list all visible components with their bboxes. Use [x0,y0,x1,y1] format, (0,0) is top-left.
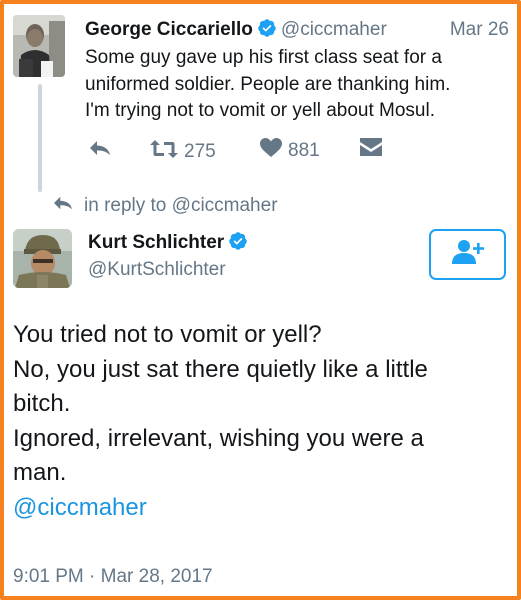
main-text-line: Ignored, irrelevant, wishing you were a [13,424,424,452]
verified-badge-icon [228,231,248,257]
parent-tweet-date[interactable]: Mar 26 [450,18,509,42]
verified-badge-icon [257,18,277,45]
retweet-button[interactable]: 275 [150,138,216,166]
parent-text-line: uniformed soldier. People are thanking h… [85,73,451,95]
main-tweet-text: You tried not to vomit or yell? No, you … [13,318,503,525]
main-text-line: No, you just sat there quietly like a li… [13,355,428,383]
main-author-line: Kurt Schlichter [88,231,248,257]
direct-message-button[interactable] [360,138,382,162]
avatar-kurt[interactable] [13,229,72,288]
reply-context-text: in reply to @ciccmaher [84,195,278,216]
follow-button[interactable] [429,229,506,280]
direct-message-icon [360,138,382,162]
main-text-line: You tried not to vomit or yell? [13,321,322,348]
main-author-name[interactable]: Kurt Schlichter [88,232,224,253]
avatar-george[interactable] [13,15,65,77]
reply-context[interactable]: in reply to @ciccmaher [52,194,278,218]
reply-icon [88,138,112,164]
parent-author-name[interactable]: George Ciccariello [85,19,253,40]
parent-text-line: Some guy gave up his first class seat fo… [85,47,442,68]
parent-tweet-text: Some guy gave up his first class seat fo… [85,45,505,125]
add-user-icon [451,239,484,270]
parent-text-line: I'm trying not to vomit or yell about Mo… [85,100,435,121]
reply-button[interactable] [88,138,112,164]
parent-author-handle[interactable]: @ciccmaher [281,19,387,40]
mention-link[interactable]: @ciccmaher [13,491,503,526]
retweet-count: 275 [184,141,216,162]
parent-tweet-header: George Ciccariello @ciccmaher Mar 26 [85,18,509,45]
like-button[interactable]: 881 [260,138,320,164]
main-text-line: man. [13,459,67,486]
main-author-handle[interactable]: @KurtSchlichter [88,259,226,281]
tweet-timestamp[interactable]: 9:01 PM · Mar 28, 2017 [13,566,213,588]
retweet-icon [150,138,178,166]
parent-tweet-actions: 275 881 [88,138,418,166]
heart-icon [260,138,282,164]
main-text-line: bitch. [13,390,71,417]
like-count: 881 [288,140,320,161]
thread-connector-line [38,84,42,192]
reply-icon [52,194,74,218]
